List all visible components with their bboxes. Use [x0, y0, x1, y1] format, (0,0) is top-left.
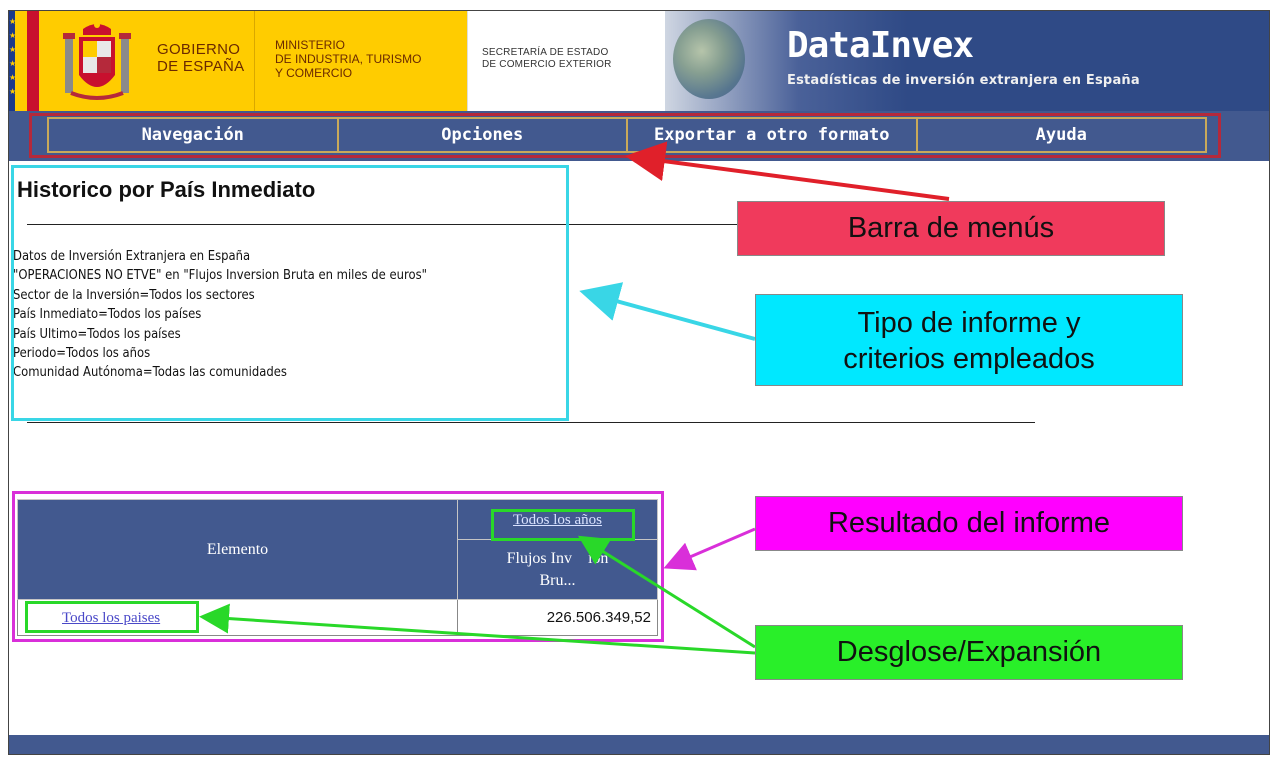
- callout-tipo-informe: Tipo de informe y criterios empleados: [755, 294, 1183, 386]
- brand-subtitle: Estadísticas de inversión extranjera en …: [787, 73, 1140, 88]
- menu-arrow: [625, 141, 950, 201]
- ministerio-text: MINISTERIO DE INDUSTRIA, TURISMO Y COMER…: [275, 38, 422, 80]
- years-link-highlight-box: [491, 509, 635, 541]
- callout-desglose: Desglose/Expansión: [755, 625, 1183, 680]
- screenshot-frame: ★ ★ ★ ★ ★ ★ GOBIERNO DE ESPAÑA MINISTERI…: [8, 10, 1270, 755]
- callout-resultado: Resultado del informe: [755, 496, 1183, 551]
- menu-item-exportar[interactable]: Exportar a otro formato: [628, 119, 918, 151]
- secretaria-logo: SECRETARÍA DE ESTADO DE COMERCIO EXTERIO…: [467, 11, 665, 111]
- menu-item-ayuda[interactable]: Ayuda: [918, 119, 1206, 151]
- gobierno-logo: GOBIERNO DE ESPAÑA: [39, 11, 254, 111]
- globe-icon: [673, 19, 745, 99]
- gobierno-text: GOBIERNO DE ESPAÑA: [157, 41, 245, 75]
- criteria-highlight-box: [11, 165, 569, 421]
- paises-link-highlight-box: [25, 601, 199, 633]
- menu-items: Navegación Opciones Exportar a otro form…: [47, 117, 1207, 153]
- coat-of-arms-icon: [63, 22, 131, 100]
- datainvex-banner: DataInvex Estadísticas de inversión extr…: [665, 11, 1269, 111]
- menu-item-navegacion[interactable]: Navegación: [49, 119, 339, 151]
- criteria-arrow: [579, 282, 756, 341]
- divider: [27, 422, 1035, 423]
- site-header: ★ ★ ★ ★ ★ ★ GOBIERNO DE ESPAÑA MINISTERI…: [9, 11, 1269, 111]
- secretaria-text: SECRETARÍA DE ESTADO DE COMERCIO EXTERIO…: [482, 47, 612, 70]
- brand-title: DataInvex: [787, 25, 974, 66]
- callout-barra-menus: Barra de menús: [737, 201, 1165, 256]
- menu-item-opciones[interactable]: Opciones: [339, 119, 628, 151]
- footer-bar: [9, 735, 1269, 754]
- menu-bar: Navegación Opciones Exportar a otro form…: [9, 111, 1269, 161]
- result-arrow: [663, 527, 756, 571]
- ministerio-logo: MINISTERIO DE INDUSTRIA, TURISMO Y COMER…: [254, 11, 467, 111]
- spain-flag-icon: ★ ★ ★ ★ ★ ★: [9, 11, 39, 111]
